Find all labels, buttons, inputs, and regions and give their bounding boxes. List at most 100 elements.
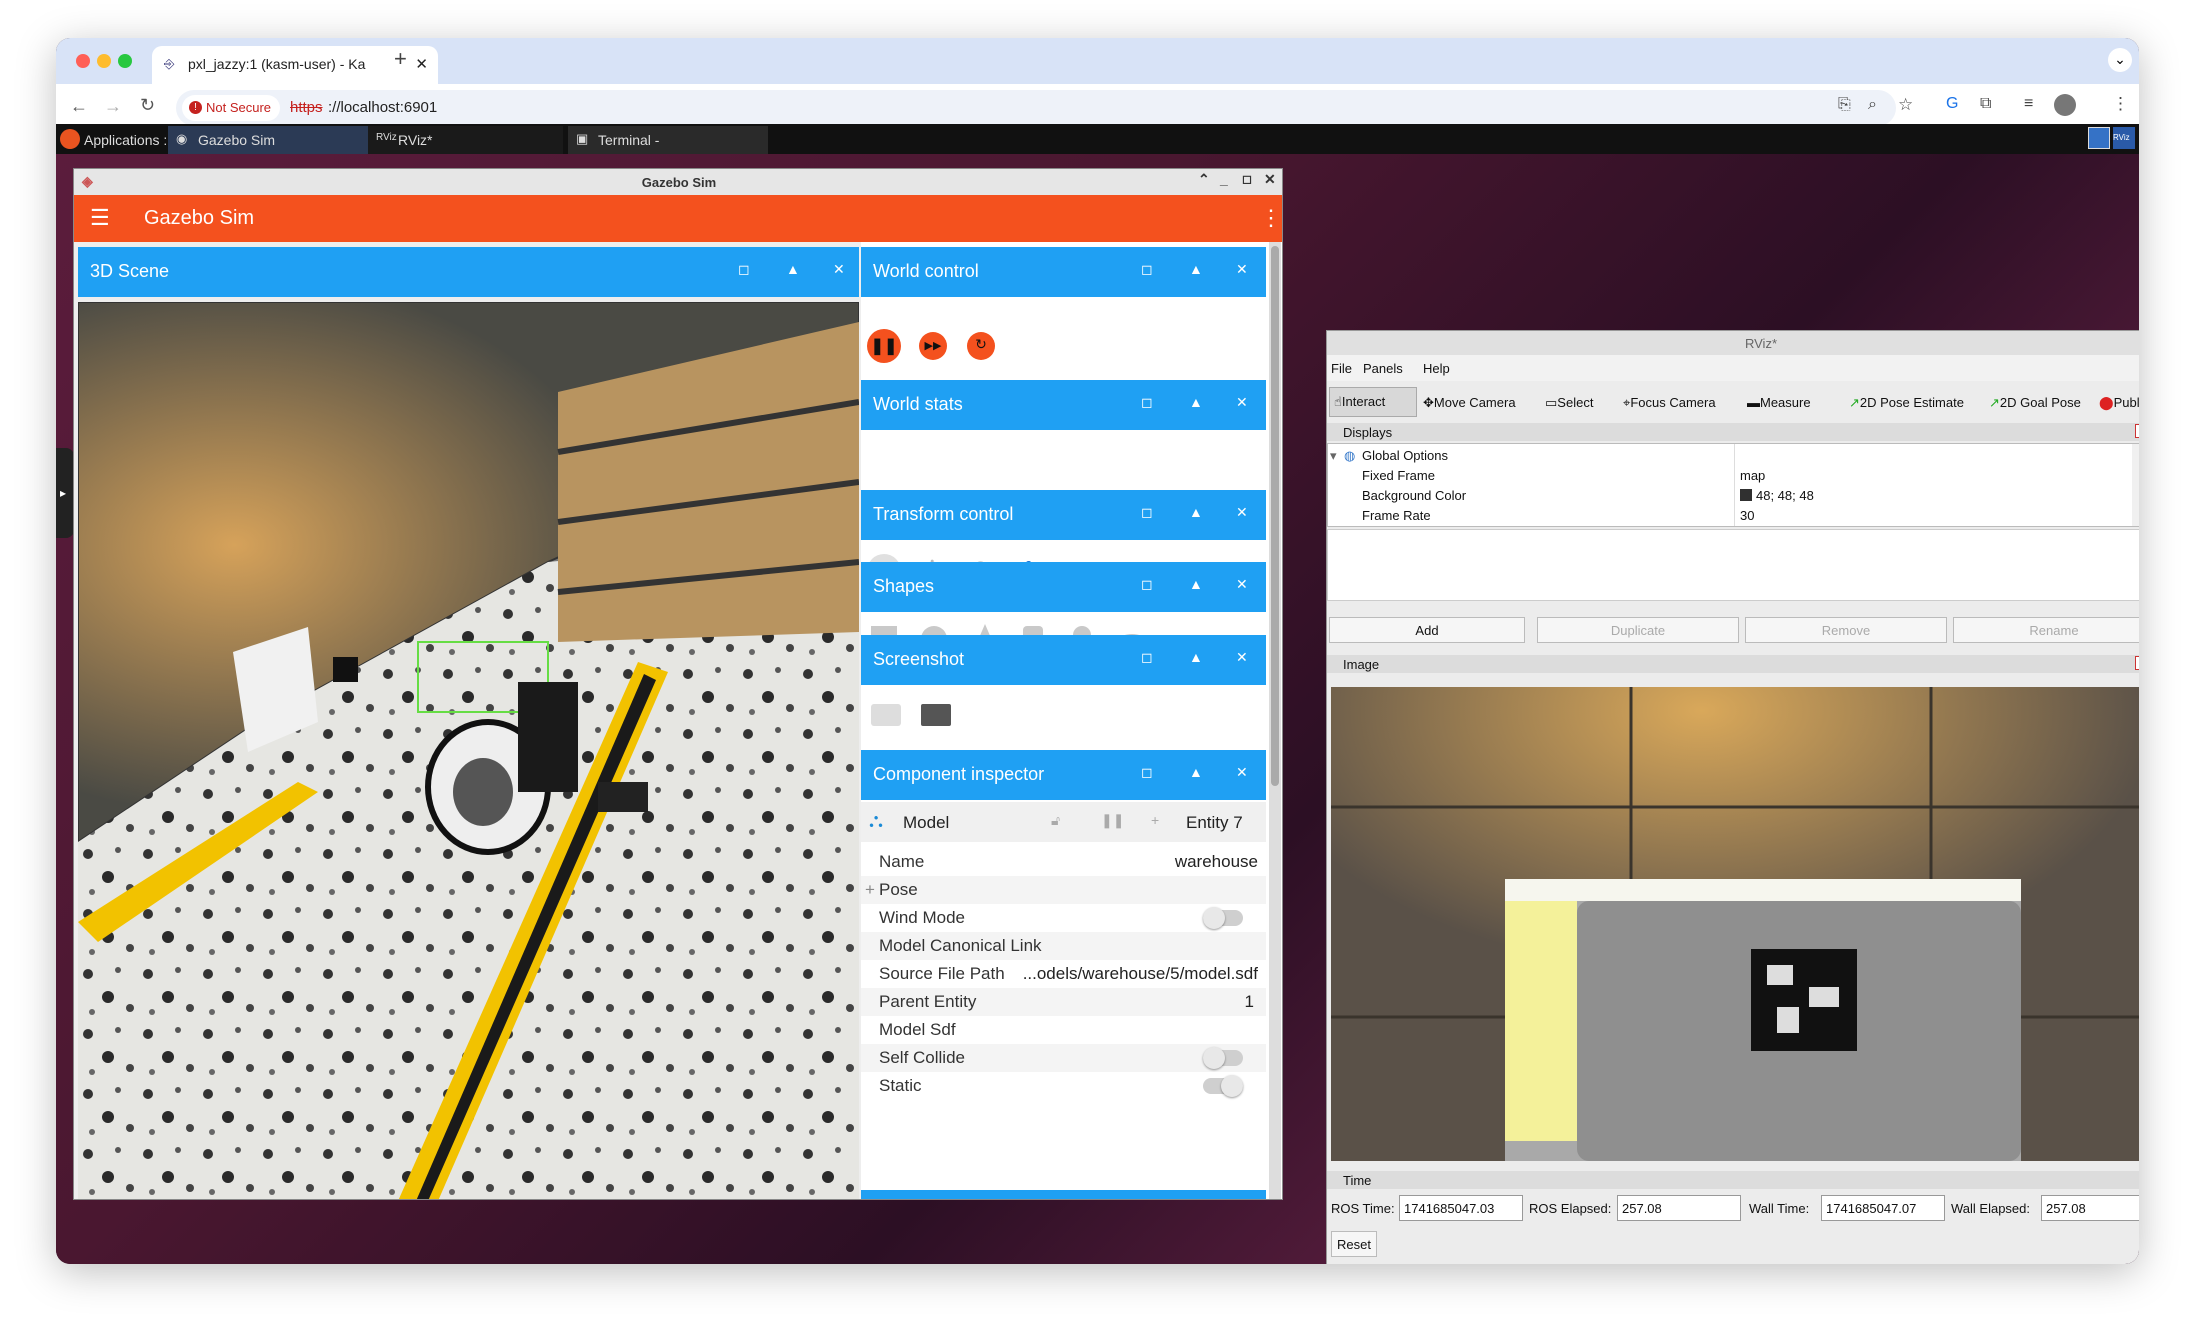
menu-file[interactable]: File	[1331, 361, 1352, 376]
tool-move-camera[interactable]: ✥Move Camera	[1423, 387, 1516, 417]
new-tab-icon[interactable]: +	[394, 46, 407, 72]
folder-icon[interactable]	[921, 704, 951, 726]
tray-rviz-icon[interactable]: RViz	[2113, 127, 2135, 149]
minimize-window-dot[interactable]	[97, 54, 111, 68]
bookmark-star-icon[interactable]: ☆	[1898, 95, 1913, 115]
zoom-icon[interactable]: ⌕	[1868, 96, 1877, 114]
reload-icon[interactable]: ↻	[140, 95, 155, 116]
hamburger-menu-icon[interactable]: ☰	[90, 205, 110, 231]
add-component-icon[interactable]: +	[1151, 812, 1159, 828]
security-chip[interactable]: ! Not Secure	[182, 95, 280, 121]
tab-close-icon[interactable]: ✕	[415, 55, 428, 73]
clipboard-icon[interactable]: ⎘	[1838, 96, 1851, 114]
task-rviz[interactable]: RViz RViz*	[368, 126, 563, 154]
more-menu-icon[interactable]: ⋮	[2112, 94, 2129, 114]
component-row-pose[interactable]: + Pose	[861, 876, 1266, 904]
close-window-dot[interactable]	[76, 54, 90, 68]
dock-collapse-icon[interactable]: ▲	[1189, 504, 1203, 520]
tool-focus-camera[interactable]: ⌖Focus Camera	[1623, 387, 1716, 417]
kasm-sidebar-handle[interactable]: ▸	[56, 448, 74, 538]
dock-float-icon[interactable]: ◻	[738, 261, 750, 278]
back-icon[interactable]: ←	[70, 96, 88, 117]
add-display-button[interactable]: Add	[1329, 617, 1525, 643]
dock-float-icon[interactable]: ◻	[1141, 394, 1153, 411]
plugin-menu-icon[interactable]: ⋮	[1260, 205, 1282, 231]
shade-icon[interactable]: ⌃	[1198, 171, 1210, 188]
dock-close-icon[interactable]: ✕	[1236, 649, 1248, 666]
plugin-scrollbar[interactable]	[1269, 242, 1281, 1199]
property-row[interactable]: Background Color 48; 48; 48	[1328, 486, 2132, 506]
wall-elapsed-field[interactable]: 257.08	[2041, 1195, 2139, 1221]
menu-panels[interactable]: Panels	[1363, 361, 1403, 376]
duplicate-display-button[interactable]: Duplicate	[1537, 617, 1739, 643]
task-terminal[interactable]: ▣ Terminal -	[568, 126, 768, 154]
static-toggle[interactable]	[1203, 1075, 1243, 1097]
tray-app-icon[interactable]	[2088, 127, 2110, 149]
scrollbar-thumb[interactable]	[1271, 246, 1279, 786]
menu-help[interactable]: Help	[1423, 361, 1450, 376]
tool-select[interactable]: ▭Select	[1545, 387, 1593, 417]
dock-collapse-icon[interactable]: ▲	[1189, 764, 1203, 780]
close-icon[interactable]: ✕	[2135, 656, 2139, 670]
tab-search-icon[interactable]: ⌄	[2108, 48, 2132, 72]
step-button[interactable]: ▶▶	[919, 332, 947, 360]
pose-arrow-icon: ↗	[1849, 395, 1860, 410]
tree-scrollbar[interactable]	[2132, 444, 2139, 526]
dock-collapse-icon[interactable]: ▲	[1189, 649, 1203, 665]
remove-display-button[interactable]: Remove	[1745, 617, 1947, 643]
dock-float-icon[interactable]: ◻	[1141, 649, 1153, 666]
dock-float-icon[interactable]: ◻	[1141, 261, 1153, 278]
tool-measure[interactable]: ▬Measure	[1747, 387, 1811, 417]
profile-avatar[interactable]	[2054, 94, 2076, 116]
tree-expand-icon[interactable]: ▾	[1330, 448, 1337, 464]
rename-display-button[interactable]: Rename	[1953, 617, 2139, 643]
applications-menu[interactable]: Applications :	[84, 132, 167, 148]
camera-image-view[interactable]	[1331, 687, 2139, 1161]
ros-elapsed-field[interactable]: 257.08	[1617, 1195, 1741, 1221]
tool-2d-goal-pose[interactable]: ↗2D Goal Pose	[1989, 387, 2081, 417]
lock-icon[interactable]: 🔓︎	[1051, 812, 1060, 829]
dock-collapse-icon[interactable]: ▲	[1189, 576, 1203, 592]
maximize-icon[interactable]: ◻	[1242, 172, 1252, 186]
property-row[interactable]: Frame Rate 30	[1328, 506, 2132, 526]
dock-close-icon[interactable]: ✕	[1236, 576, 1248, 593]
dock-float-icon[interactable]: ◻	[1141, 504, 1153, 521]
maximize-window-dot[interactable]	[118, 54, 132, 68]
dock-close-icon[interactable]: ✕	[1236, 394, 1248, 411]
dock-title: Component inspector	[873, 764, 1045, 784]
3d-scene-viewport[interactable]	[78, 302, 859, 1199]
dock-close-icon[interactable]: ✕	[1236, 764, 1248, 781]
extensions-icon[interactable]: ⧉	[1980, 95, 1991, 113]
ros-time-field[interactable]: 1741685047.03	[1399, 1195, 1523, 1221]
close-icon[interactable]: ✕	[2135, 424, 2139, 438]
tool-publish-point[interactable]: ⬤Publish Poin	[2099, 387, 2139, 417]
tool-interact[interactable]: ☝︎Interact	[1329, 387, 1417, 417]
task-gazebo[interactable]: ◉ Gazebo Sim	[168, 126, 368, 154]
translate-icon[interactable]: G	[1946, 95, 1958, 113]
expand-icon[interactable]: +	[865, 880, 875, 900]
reset-button[interactable]: Reset	[1331, 1231, 1377, 1257]
property-row[interactable]: Fixed Frame map	[1328, 466, 2132, 486]
dock-close-icon[interactable]: ✕	[1236, 261, 1248, 278]
dock-collapse-icon[interactable]: ▲	[1189, 261, 1203, 277]
dock-float-icon[interactable]: ◻	[1141, 576, 1153, 593]
pause-updates-icon[interactable]: ❚❚	[1101, 812, 1124, 829]
dock-collapse-icon[interactable]: ▲	[1189, 394, 1203, 410]
wall-time-field[interactable]: 1741685047.07	[1821, 1195, 1945, 1221]
self-collide-toggle[interactable]	[1203, 1047, 1243, 1069]
dock-close-icon[interactable]: ✕	[833, 261, 845, 278]
wind-mode-toggle[interactable]	[1203, 907, 1243, 929]
forward-icon[interactable]: →	[104, 96, 122, 117]
dock-collapse-icon[interactable]: ▲	[786, 261, 800, 277]
reset-world-button[interactable]: ↻	[967, 332, 995, 360]
dock-close-icon[interactable]: ✕	[1236, 504, 1248, 521]
address-bar[interactable]: ! Not Secure https ://localhost:6901	[176, 90, 1896, 126]
global-options-item[interactable]: Global Options	[1362, 448, 1448, 463]
media-control-icon[interactable]: ≡	[2024, 95, 2033, 113]
close-icon[interactable]: ✕	[1264, 171, 1276, 188]
tool-2d-pose-estimate[interactable]: ↗2D Pose Estimate	[1849, 387, 1964, 417]
camera-icon[interactable]	[871, 704, 901, 726]
dock-float-icon[interactable]: ◻	[1141, 764, 1153, 781]
minimize-icon[interactable]: _	[1220, 171, 1228, 187]
pause-button[interactable]: ❚❚	[867, 329, 901, 363]
